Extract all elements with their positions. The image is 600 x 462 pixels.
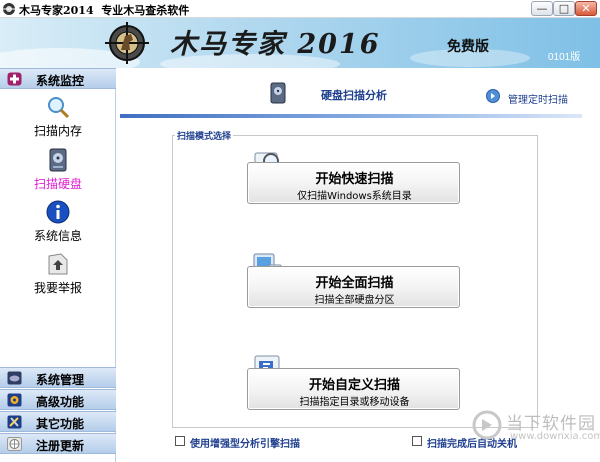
crosshair-horse-logo-icon: [105, 22, 149, 64]
custom-scan-title: 开始自定义扫描: [308, 378, 400, 393]
shield-cross-icon: [7, 72, 22, 86]
report-icon: [48, 253, 68, 275]
harddisk-icon: [49, 148, 67, 172]
sidebar-item-label: 我要举报: [33, 281, 82, 295]
page-title: 硬盘扫描分析: [321, 89, 387, 102]
sidebar-section-label: 高级功能: [36, 395, 85, 409]
sidebar: 系统监控 扫描内存 扫描硬盘 系统信息 我要举报 系统管理 高级功能 其它功能 …: [0, 68, 116, 462]
edition-label: 免费版: [447, 38, 489, 54]
watermark-logo-icon: [472, 410, 502, 440]
header-divider: [120, 114, 582, 118]
watermark-url: www.downxia.com: [510, 431, 600, 442]
sidebar-section-monitor[interactable]: 系统监控: [0, 68, 116, 89]
custom-scan-subtitle: 扫描指定目录或移动设备: [299, 397, 410, 408]
gear-icon: [7, 393, 22, 407]
sidebar-item-system-info[interactable]: 系统信息: [0, 200, 116, 248]
maximize-button[interactable]: □: [553, 1, 575, 16]
full-scan-subtitle: 扫描全部硬盘分区: [314, 295, 395, 306]
sidebar-section-label: 其它功能: [36, 417, 85, 431]
magnifier-icon: [48, 97, 70, 119]
globe-icon: [7, 437, 22, 451]
sidebar-section-other[interactable]: 其它功能: [0, 411, 116, 432]
sidebar-item-label: 扫描内存: [33, 124, 82, 138]
sidebar-item-report[interactable]: 我要举报: [0, 252, 116, 300]
sidebar-item-scan-disk[interactable]: 扫描硬盘: [0, 148, 116, 196]
full-scan-title: 开始全面扫描: [315, 276, 394, 291]
checkbox-box[interactable]: [175, 436, 185, 446]
checkbox-box[interactable]: [412, 436, 422, 446]
brand-title: 木马专家 2016: [170, 29, 381, 60]
checkbox-label: 使用增强型分析引擎扫描: [190, 439, 300, 450]
schedule-link-label: 管理定时扫描: [508, 95, 568, 106]
harddisk-icon: [270, 82, 286, 104]
quick-scan-button[interactable]: 开始快速扫描 仅扫描Windows系统目录: [247, 162, 460, 204]
info-icon: [46, 200, 70, 224]
scan-mode-group-title: 扫描模式选择: [175, 129, 234, 142]
full-scan-button[interactable]: 开始全面扫描 扫描全部硬盘分区: [247, 266, 460, 308]
version-label: 0101版: [548, 52, 581, 63]
sidebar-section-label: 注册更新: [36, 439, 85, 453]
arrow-circle-icon: [486, 89, 500, 103]
close-button[interactable]: ✕: [575, 1, 597, 16]
banner: 木马专家 2016 免费版 0101版: [0, 18, 600, 68]
app-logo-icon: [3, 3, 15, 15]
custom-scan-button[interactable]: 开始自定义扫描 扫描指定目录或移动设备: [247, 368, 460, 410]
sidebar-section-advanced[interactable]: 高级功能: [0, 389, 116, 410]
sidebar-section-label: 系统管理: [36, 373, 85, 387]
minimize-button[interactable]: —: [531, 1, 553, 16]
tools-icon: [7, 415, 22, 429]
watermark: 当下软件园 www.downxia.com: [470, 406, 600, 456]
sidebar-item-scan-memory[interactable]: 扫描内存: [0, 95, 116, 143]
sidebar-item-label: 扫描硬盘: [33, 177, 82, 191]
title-bar: 木马专家2014 专业木马查杀软件 — □ ✕: [0, 0, 600, 18]
window-title: 木马专家2014 专业木马查杀软件: [19, 4, 190, 17]
sidebar-section-register[interactable]: 注册更新: [0, 433, 116, 454]
quick-scan-title: 开始快速扫描: [315, 172, 394, 187]
sidebar-item-label: 系统信息: [33, 229, 82, 243]
gamepad-icon: [7, 371, 22, 385]
sidebar-section-label: 系统监控: [36, 74, 85, 88]
sidebar-section-system-manage[interactable]: 系统管理: [0, 367, 116, 388]
quick-scan-subtitle: 仅扫描Windows系统目录: [297, 191, 412, 202]
